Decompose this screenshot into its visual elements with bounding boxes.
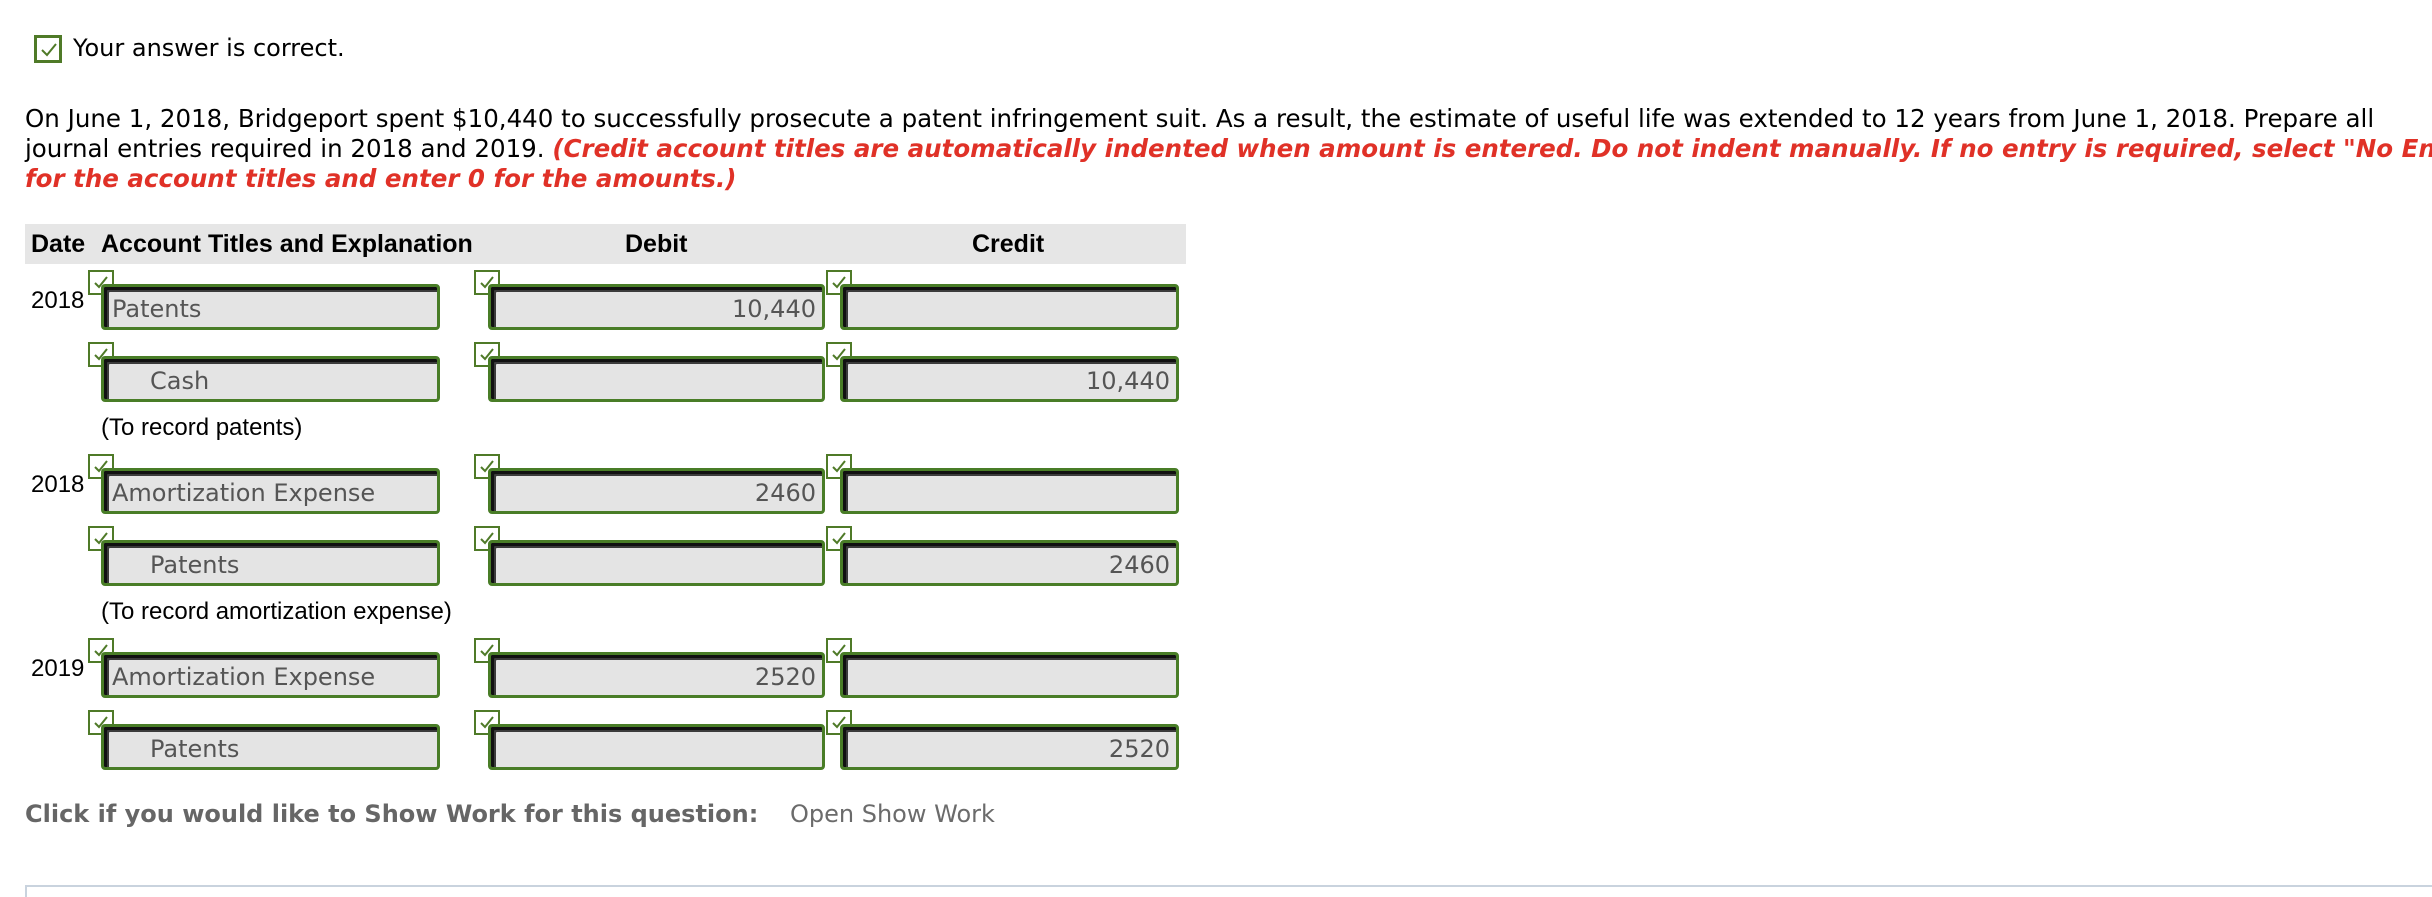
account-title-field[interactable]: Amortization Expense — [101, 652, 440, 698]
account-title-field[interactable]: Amortization Expense — [101, 468, 440, 514]
show-work-label: Click if you would like to Show Work for… — [25, 800, 759, 828]
header-credit: Credit — [972, 230, 1045, 258]
account-title-field[interactable]: Patents — [101, 540, 440, 586]
credit-amount-field[interactable] — [840, 284, 1179, 330]
instruction-text-cont: for the account titles and enter 0 for t… — [25, 164, 737, 193]
status-message: Your answer is correct. — [73, 34, 345, 62]
open-show-work-link[interactable]: Open Show Work — [790, 800, 995, 828]
entry-date: 2019 — [31, 655, 85, 682]
entry-date: 2018 — [31, 287, 85, 314]
account-title-field[interactable]: Patents — [101, 284, 440, 330]
credit-amount-field[interactable]: 10,440 — [840, 356, 1179, 402]
correct-check-icon — [34, 35, 62, 63]
credit-amount-field[interactable]: 2520 — [840, 724, 1179, 770]
account-title-field[interactable]: Cash — [101, 356, 440, 402]
debit-amount-field[interactable]: 10,440 — [488, 284, 825, 330]
header-debit: Debit — [625, 230, 688, 258]
header-date: Date — [31, 230, 86, 258]
bottom-panel — [25, 885, 2432, 897]
debit-amount-field[interactable] — [488, 356, 825, 402]
header-account: Account Titles and Explanation — [101, 230, 473, 258]
instruction-text: (Credit account titles are automatically… — [552, 134, 2432, 163]
credit-amount-field[interactable] — [840, 468, 1179, 514]
question-line-1: On June 1, 2018, Bridgeport spent $10,44… — [25, 104, 2375, 133]
entry-memo: (To record patents) — [101, 414, 303, 441]
debit-amount-field[interactable]: 2460 — [488, 468, 825, 514]
debit-amount-field[interactable] — [488, 540, 825, 586]
question-text: On June 1, 2018, Bridgeport spent $10,44… — [25, 104, 2432, 194]
question-line-2: journal entries required in 2018 and 201… — [25, 134, 545, 163]
credit-amount-field[interactable]: 2460 — [840, 540, 1179, 586]
entry-memo: (To record amortization expense) — [101, 598, 452, 625]
credit-amount-field[interactable] — [840, 652, 1179, 698]
account-title-field[interactable]: Patents — [101, 724, 440, 770]
debit-amount-field[interactable]: 2520 — [488, 652, 825, 698]
entry-date: 2018 — [31, 471, 85, 498]
journal-table-header: Date Account Titles and Explanation Debi… — [25, 224, 1186, 264]
debit-amount-field[interactable] — [488, 724, 825, 770]
